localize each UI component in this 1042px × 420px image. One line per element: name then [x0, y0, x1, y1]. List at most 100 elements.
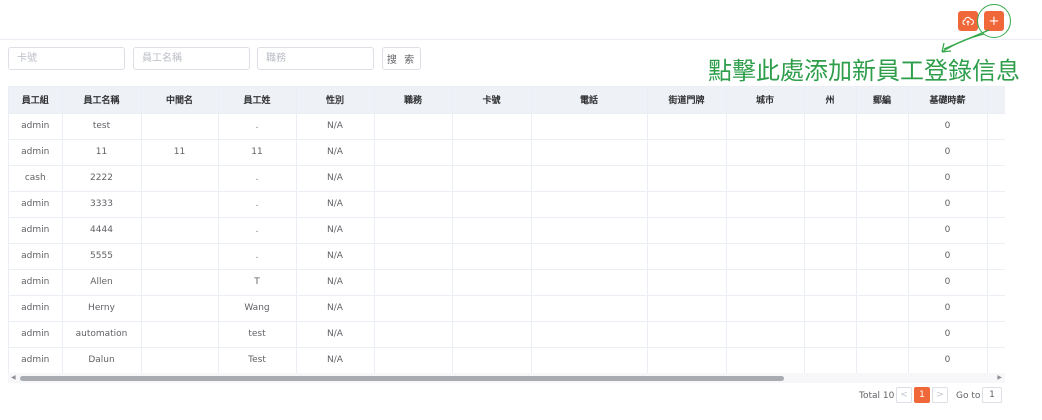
- employee-name-input[interactable]: [133, 47, 250, 70]
- prev-page-button[interactable]: <: [896, 387, 912, 403]
- table-cell: [141, 321, 219, 348]
- employee-table: 員工組 員工名稱 中間名 員工姓 性別 職務 卡號 電話 街道門牌 城市州郵編 基礎時薪 admin…: [8, 86, 1005, 383]
- table-cell: [856, 321, 909, 348]
- table-cell: N/A: [296, 113, 375, 140]
- table-cell-filler: [987, 295, 1005, 322]
- table-cell: N/A: [296, 269, 375, 296]
- upload-button[interactable]: [958, 11, 978, 31]
- table-cell: [531, 269, 648, 296]
- table-cell: N/A: [296, 243, 375, 270]
- table-cell: [726, 269, 805, 296]
- annotation-text: 點擊此處添加新員工登錄信息: [708, 57, 1020, 85]
- table-row[interactable]: cash 2222. N/A 0: [9, 165, 1005, 192]
- table-cell: [856, 243, 909, 270]
- table-cell: [804, 321, 857, 348]
- table-cell: [804, 217, 857, 244]
- table-cell: [726, 217, 805, 244]
- table-cell: [374, 269, 453, 296]
- column-header: 電話: [531, 87, 648, 114]
- pagination-total: Total 10: [859, 391, 895, 401]
- table-cell: [531, 347, 648, 374]
- table-cell: [856, 191, 909, 218]
- table-cell-filler: [987, 139, 1005, 166]
- table-cell: [141, 113, 219, 140]
- table-cell: [804, 243, 857, 270]
- job-title-input[interactable]: [257, 47, 374, 70]
- table-row[interactable]: admin 4444. N/A 0: [9, 217, 1005, 244]
- table-cell: [726, 139, 805, 166]
- table-row[interactable]: admin 5555. N/A 0: [9, 243, 1005, 270]
- table-cell: [452, 217, 532, 244]
- table-cell: test: [62, 113, 142, 140]
- column-header: 員工姓: [218, 87, 297, 114]
- column-header-filler: [987, 87, 1005, 114]
- table-row[interactable]: admin Dalun Test N/A 0: [9, 347, 1005, 374]
- table-cell: N/A: [296, 191, 375, 218]
- table-row[interactable]: admin automation test N/A 0: [9, 321, 1005, 348]
- table-cell: 11: [62, 139, 142, 166]
- table-cell: .: [218, 113, 297, 140]
- table-cell: [726, 165, 805, 192]
- table-cell: N/A: [296, 347, 375, 374]
- table-cell: [647, 113, 727, 140]
- table-cell: [804, 113, 857, 140]
- table-cell: test: [218, 321, 297, 348]
- table-cell: .: [218, 165, 297, 192]
- scrollbar-thumb[interactable]: [20, 376, 784, 381]
- table-cell: N/A: [296, 165, 375, 192]
- table-row[interactable]: admin 11 11 11 N/A 0: [9, 139, 1005, 166]
- table-cell: [452, 347, 532, 374]
- table-cell: [804, 165, 857, 192]
- table-cell: 11: [218, 139, 297, 166]
- table-cell: [531, 165, 648, 192]
- column-header: 卡號: [452, 87, 532, 114]
- table-row[interactable]: admin Herny Wang N/A 0: [9, 295, 1005, 322]
- table-cell: [374, 347, 453, 374]
- search-button[interactable]: 搜 索: [382, 47, 421, 70]
- scroll-left-icon[interactable]: ◀: [11, 374, 16, 381]
- scroll-right-icon[interactable]: ▶: [997, 374, 1002, 381]
- table-cell: N/A: [296, 321, 375, 348]
- table-row[interactable]: admin Allen T N/A 0: [9, 269, 1005, 296]
- column-header: 街道門牌: [647, 87, 727, 114]
- horizontal-scrollbar[interactable]: ◀ ▶: [8, 373, 1005, 383]
- table-cell: [647, 217, 727, 244]
- table-header-row: 員工組 員工名稱 中間名 員工姓 性別 職務 卡號 電話 街道門牌 城市州郵編 基礎時薪: [9, 87, 1005, 114]
- table-cell: [374, 165, 453, 192]
- table-cell: [647, 243, 727, 270]
- table-cell-filler: [987, 269, 1005, 296]
- table-cell: [726, 295, 805, 322]
- goto-page-input[interactable]: 1: [982, 387, 1002, 403]
- page-1-button[interactable]: 1: [914, 387, 930, 403]
- table-row[interactable]: admin 3333. N/A 0: [9, 191, 1005, 218]
- table-cell: 2222: [62, 165, 142, 192]
- next-page-button[interactable]: >: [932, 387, 948, 403]
- table-cell: [726, 191, 805, 218]
- column-header: 性別: [296, 87, 375, 114]
- table-cell: 0: [908, 217, 988, 244]
- table-cell: [647, 321, 727, 348]
- table-cell-filler: [987, 347, 1005, 374]
- table-cell: Wang: [218, 295, 297, 322]
- table-cell: [804, 269, 857, 296]
- table-cell: [452, 191, 532, 218]
- table-cell: admin: [9, 295, 63, 322]
- column-header: 職務: [374, 87, 453, 114]
- table-cell: [531, 191, 648, 218]
- table-cell-filler: [987, 165, 1005, 192]
- plus-icon: +: [988, 13, 1000, 29]
- table-cell: [141, 243, 219, 270]
- table-cell: [726, 243, 805, 270]
- table-cell: 4444: [62, 217, 142, 244]
- table-cell: Herny: [62, 295, 142, 322]
- table-cell: 0: [908, 191, 988, 218]
- column-header: 郵編: [856, 87, 909, 114]
- table-cell: automation: [62, 321, 142, 348]
- card-number-input[interactable]: [8, 47, 125, 70]
- table-row[interactable]: admin test. N/A 0: [9, 113, 1005, 140]
- table-cell: 0: [908, 269, 988, 296]
- table-cell: [804, 191, 857, 218]
- table-cell: admin: [9, 269, 63, 296]
- column-header: 州: [804, 87, 857, 114]
- add-employee-button[interactable]: +: [984, 11, 1004, 31]
